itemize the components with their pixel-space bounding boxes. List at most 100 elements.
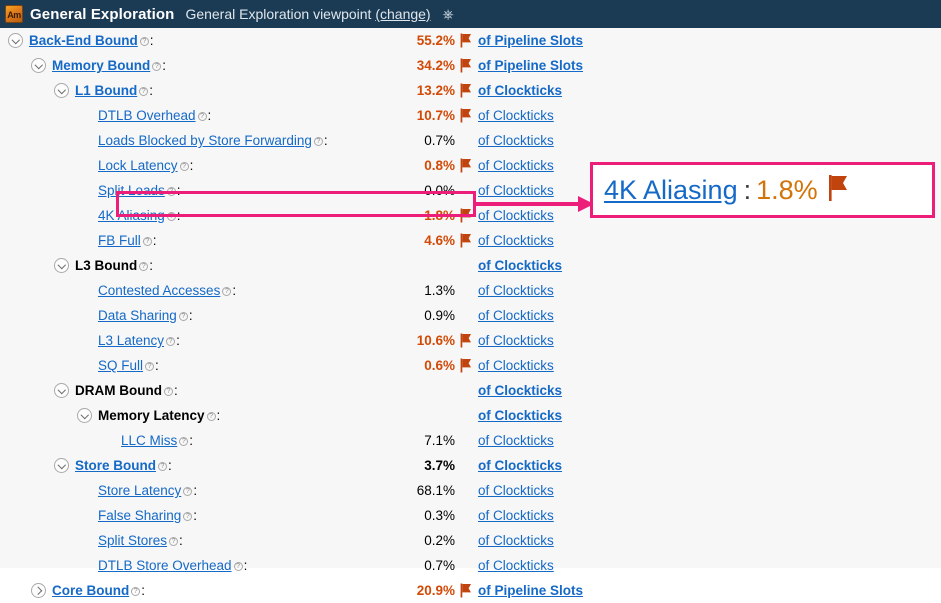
metric-help-icon[interactable]: ? [178,303,188,328]
metric-unit-link[interactable]: of Clockticks [478,253,562,278]
metric-help-icon[interactable]: ? [233,553,243,578]
metric-help-icon[interactable]: ? [169,528,179,553]
metric-help-icon[interactable]: ? [152,53,162,78]
metric-unit-link[interactable]: of Clockticks [478,103,554,128]
chevron-down-icon[interactable] [54,258,69,273]
metric-label[interactable]: DTLB Store Overhead [98,553,232,578]
metric-label[interactable]: 4K Aliasing [98,203,165,228]
table-row[interactable]: Split Stores?: 0.2% of Clockticks [0,528,941,553]
metric-unit-link[interactable]: of Clockticks [478,153,554,178]
change-viewpoint-link[interactable]: (change) [375,6,430,22]
metric-help-icon[interactable]: ? [206,403,216,428]
chevron-down-icon[interactable] [8,33,23,48]
table-row[interactable]: L3 Bound?: of Clockticks [0,253,941,278]
table-row[interactable]: Data Sharing?: 0.9% of Clockticks [0,303,941,328]
metric-unit-link[interactable]: of Clockticks [478,478,554,503]
metric-unit-link[interactable]: of Clockticks [478,203,554,228]
chevron-right-icon[interactable] [31,583,46,598]
metric-unit-link[interactable]: of Clockticks [478,378,562,403]
metric-unit-link[interactable]: of Clockticks [478,428,554,453]
metric-help-icon[interactable]: ? [139,78,149,103]
table-row[interactable]: SQ Full?: 0.6% of Clockticks [0,353,941,378]
table-row[interactable]: DRAM Bound?: of Clockticks [0,378,941,403]
metric-label[interactable]: Back-End Bound [29,28,138,53]
metric-label[interactable]: False Sharing [98,503,181,528]
metric-label[interactable]: Core Bound [52,578,129,603]
table-row[interactable]: FB Full?: 4.6% of Clockticks [0,228,941,253]
metric-unit-link[interactable]: of Clockticks [478,328,554,353]
metric-unit-link[interactable]: of Clockticks [478,228,554,253]
metric-label[interactable]: Loads Blocked by Store Forwarding [98,128,312,153]
metric-unit-link[interactable]: of Pipeline Slots [478,28,583,53]
table-row[interactable]: LLC Miss?: 7.1% of Clockticks [0,428,941,453]
metric-unit-link[interactable]: of Clockticks [478,403,562,428]
metric-label[interactable]: SQ Full [98,353,143,378]
metric-label[interactable]: Contested Accesses [98,278,220,303]
metric-unit-link[interactable]: of Pipeline Slots [478,53,583,78]
table-row[interactable]: Memory Latency?: of Clockticks [0,403,941,428]
metric-help-icon[interactable]: ? [222,278,232,303]
metric-help-icon[interactable]: ? [158,453,167,478]
chevron-down-icon[interactable] [54,83,69,98]
metric-label[interactable]: L3 Latency [98,328,164,353]
metric-help-icon[interactable]: ? [179,428,189,453]
chevron-down-icon[interactable] [54,383,69,398]
table-row[interactable]: Core Bound?: 20.9% of Pipeline Slots [0,578,941,603]
metric-help-icon[interactable]: ? [131,578,141,603]
table-row[interactable]: DTLB Store Overhead?: 0.7% of Clockticks [0,553,941,578]
metric-help-icon[interactable]: ? [166,328,176,353]
metric-label[interactable]: L1 Bound [75,78,137,103]
table-row[interactable]: DTLB Overhead?: 10.7% of Clockticks [0,103,941,128]
table-row[interactable]: Loads Blocked by Store Forwarding?: 0.7% o… [0,128,941,153]
help-icon[interactable]: ⎈ [442,7,453,21]
metric-unit-link[interactable]: of Clockticks [478,78,562,103]
metric-help-icon[interactable]: ? [142,228,152,253]
metric-help-icon[interactable]: ? [183,478,193,503]
table-row[interactable]: Contested Accesses?: 1.3% of Clockticks [0,278,941,303]
metric-help-icon[interactable]: ? [166,178,176,203]
metric-unit-link[interactable]: of Clockticks [478,553,554,578]
metric-help-icon[interactable]: ? [197,103,207,128]
metric-label[interactable]: Memory Bound [52,53,150,78]
chevron-down-icon[interactable] [54,458,69,473]
metric-label[interactable]: DTLB Overhead [98,103,196,128]
chevron-down-icon[interactable] [31,58,46,73]
metric-label[interactable]: Store Latency [98,478,181,503]
metric-unit-link[interactable]: of Clockticks [478,503,554,528]
metric-unit-link[interactable]: of Clockticks [478,353,554,378]
metric-unit-link[interactable]: of Clockticks [478,178,554,203]
metric-help-icon[interactable]: ? [166,203,176,228]
table-row[interactable]: L1 Bound?: 13.2% of Clockticks [0,78,941,103]
flag-icon [460,28,474,53]
metric-help-icon[interactable]: ? [145,353,155,378]
metric-help-icon[interactable]: ? [163,378,173,403]
metric-help-icon[interactable]: ? [139,253,149,278]
metric-unit-link[interactable]: of Pipeline Slots [478,578,583,603]
table-row[interactable]: Store Latency?: 68.1% of Clockticks [0,478,941,503]
metric-unit-link[interactable]: of Clockticks [478,128,554,153]
metric-label[interactable]: Store Bound [75,453,156,478]
table-row[interactable]: L3 Latency?: 10.6% of Clockticks [0,328,941,353]
table-row[interactable]: Back-End Bound?: 55.2% of Pipeline Slots [0,28,941,53]
metric-unit-link[interactable]: of Clockticks [478,303,554,328]
chevron-down-icon[interactable] [77,408,92,423]
metric-label[interactable]: Split Stores [98,528,167,553]
metric-help-icon[interactable]: ? [313,128,323,153]
metric-help-icon[interactable]: ? [183,503,193,528]
table-row[interactable]: Memory Bound?: 34.2% of Pipeline Slots [0,53,941,78]
metric-help-icon[interactable]: ? [139,28,149,53]
metric-unit-link[interactable]: of Clockticks [478,453,562,478]
table-row[interactable]: False Sharing?: 0.3% of Clockticks [0,503,941,528]
metric-help-icon[interactable]: ? [179,153,189,178]
table-row[interactable]: Store Bound?: 3.7% of Clockticks [0,453,941,478]
metric-label[interactable]: Data Sharing [98,303,177,328]
flag-icon [460,53,474,78]
metric-unit-link[interactable]: of Clockticks [478,278,554,303]
metric-unit-link[interactable]: of Clockticks [478,528,554,553]
metric-label[interactable]: LLC Miss [121,428,177,453]
metric-label[interactable]: Lock Latency [98,153,178,178]
metric-label[interactable]: FB Full [98,228,141,253]
metric-label[interactable]: Split Loads [98,178,165,203]
metric-colon: : [323,133,328,148]
